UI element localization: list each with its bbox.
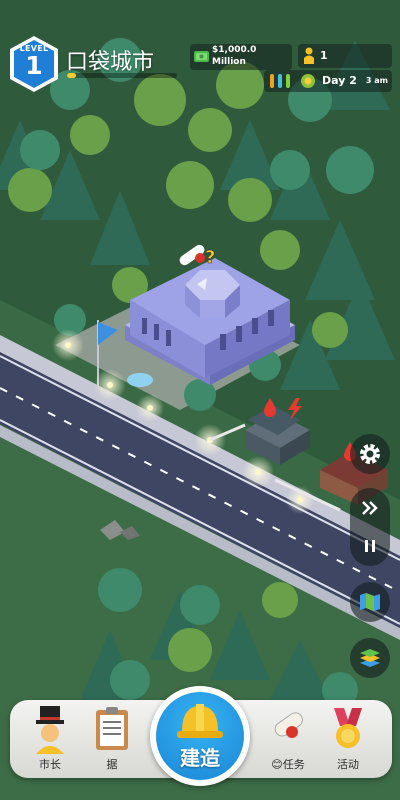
fast-forward-icon bbox=[362, 501, 378, 515]
hard-hat-icon bbox=[177, 704, 223, 738]
scroll-icon bbox=[274, 712, 303, 738]
nav-events[interactable]: 活动 bbox=[318, 704, 378, 774]
layers-icon bbox=[360, 649, 380, 667]
pause-button[interactable] bbox=[350, 526, 390, 566]
map-icon bbox=[360, 593, 380, 611]
level-number: 1 bbox=[25, 51, 43, 80]
level-badge[interactable]: LEVEL 1 bbox=[6, 34, 62, 94]
medal-icon bbox=[334, 708, 362, 748]
nav-tasks-label: 😊任务 bbox=[271, 758, 305, 771]
nav-mayor[interactable]: 市长 bbox=[20, 704, 80, 774]
gear-icon bbox=[360, 444, 380, 464]
pause-icon bbox=[365, 540, 375, 552]
fast-forward-button[interactable] bbox=[350, 488, 390, 528]
layers-button[interactable] bbox=[350, 638, 390, 678]
speed-controls bbox=[350, 488, 390, 566]
fountain bbox=[127, 373, 153, 387]
svg-text:?: ? bbox=[205, 247, 215, 268]
nav-mayor-label: 市长 bbox=[39, 758, 61, 771]
mayor-icon bbox=[36, 706, 64, 754]
build-button[interactable]: 建造 bbox=[150, 686, 250, 786]
nav-events-label: 活动 bbox=[337, 758, 359, 771]
game-world[interactable]: ? bbox=[0, 0, 400, 800]
nav-data-label: 据 bbox=[106, 758, 118, 771]
build-label: 建造 bbox=[180, 746, 220, 770]
settings-button[interactable] bbox=[350, 434, 390, 474]
nav-tasks[interactable]: 😊任务 bbox=[258, 704, 318, 774]
clipboard-icon bbox=[96, 707, 128, 750]
map-button[interactable] bbox=[350, 582, 390, 622]
nav-data[interactable]: 据 bbox=[82, 704, 142, 774]
